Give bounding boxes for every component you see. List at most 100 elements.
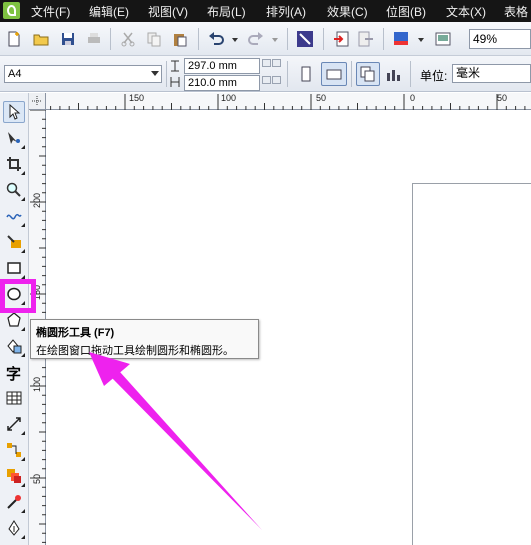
eyedropper-icon bbox=[7, 495, 21, 509]
menu-bitmaps[interactable]: 位图(B) bbox=[386, 3, 426, 20]
horizontal-ruler-ticks bbox=[31, 94, 526, 110]
menu-layout[interactable]: 布局(L) bbox=[207, 3, 246, 20]
tooltip-title: 椭圆形工具 (F7) bbox=[36, 327, 115, 339]
redo-dropdown-icon[interactable] bbox=[272, 38, 278, 42]
units-select[interactable]: 毫米 bbox=[452, 64, 531, 83]
all-pages-icon bbox=[360, 66, 375, 82]
rectangle-icon bbox=[7, 262, 21, 274]
ruler-origin-corner[interactable] bbox=[29, 93, 46, 110]
toolbox: 字 bbox=[0, 93, 29, 545]
zoom-level-combo[interactable]: 49% bbox=[469, 29, 531, 49]
property-bar: A4 297.0 mm 210.0 mm 单位: 毫米 bbox=[0, 56, 531, 92]
ruler-origin-icon bbox=[32, 96, 42, 106]
standard-toolbar: 49% bbox=[0, 22, 531, 56]
tooltip-description: 在绘图窗口拖动工具绘制圆形和椭圆形。 bbox=[36, 345, 234, 357]
cut-icon[interactable] bbox=[120, 31, 136, 47]
print-icon[interactable] bbox=[86, 31, 102, 47]
freehand-tool[interactable] bbox=[3, 205, 25, 227]
menu-file[interactable]: 文件(F) bbox=[31, 3, 70, 20]
current-page-icon[interactable] bbox=[386, 67, 402, 83]
units-label: 单位: bbox=[420, 69, 448, 83]
application-launcher-icon[interactable] bbox=[393, 31, 409, 47]
dimension-icon bbox=[7, 417, 21, 431]
pick-tool[interactable] bbox=[3, 101, 25, 123]
page-height-value: 210.0 mm bbox=[188, 77, 237, 89]
zoom-level-value: 49% bbox=[473, 32, 498, 46]
crop-tool[interactable] bbox=[3, 153, 25, 175]
text-tool-glyph: 字 bbox=[6, 365, 22, 383]
magnifier-icon bbox=[6, 182, 21, 197]
smart-fill-tool[interactable] bbox=[3, 231, 25, 253]
basic-shapes-icon bbox=[7, 339, 22, 354]
open-folder-icon[interactable] bbox=[33, 31, 49, 47]
page-height-field[interactable]: 210.0 mm bbox=[184, 75, 260, 91]
all-pages-button[interactable] bbox=[356, 62, 380, 86]
crop-icon bbox=[7, 157, 21, 171]
new-document-icon[interactable] bbox=[6, 31, 22, 47]
h-ruler-label: 150 bbox=[129, 93, 145, 103]
portrait-icon[interactable] bbox=[298, 66, 314, 82]
paste-icon[interactable] bbox=[172, 31, 188, 47]
pen-nib-icon bbox=[8, 520, 20, 536]
basic-shapes-tool[interactable] bbox=[3, 335, 25, 357]
document-page[interactable] bbox=[412, 183, 531, 545]
app-logo-icon bbox=[3, 2, 20, 19]
zoom-tool[interactable] bbox=[3, 179, 25, 201]
menu-bar: 文件(F) 编辑(E) 视图(V) 布局(L) 排列(A) 效果(C) 位图(B… bbox=[0, 0, 531, 22]
connector-tool[interactable] bbox=[3, 439, 25, 461]
page-width-icon bbox=[171, 60, 179, 72]
search-content-icon[interactable] bbox=[297, 31, 313, 47]
menu-text[interactable]: 文本(X) bbox=[446, 3, 486, 20]
h-ruler-label: 100 bbox=[221, 93, 237, 103]
blend-icon bbox=[7, 469, 21, 483]
freehand-curve-icon bbox=[6, 213, 22, 220]
outline-pen-tool[interactable] bbox=[3, 517, 25, 539]
h-ruler-label: 50 bbox=[316, 93, 327, 103]
units-value: 毫米 bbox=[456, 66, 481, 80]
copy-icon[interactable] bbox=[146, 31, 162, 47]
table-icon bbox=[6, 391, 22, 405]
rectangle-tool[interactable] bbox=[3, 257, 25, 279]
interactive-blend-tool[interactable] bbox=[3, 465, 25, 487]
chevron-down-icon bbox=[151, 71, 159, 76]
dimension-tool[interactable] bbox=[3, 413, 25, 435]
undo-dropdown-icon[interactable] bbox=[232, 38, 238, 42]
paper-size-select[interactable]: A4 bbox=[4, 65, 162, 83]
page-width-field[interactable]: 297.0 mm bbox=[184, 58, 260, 74]
undo-icon[interactable] bbox=[208, 31, 224, 47]
ellipse-tool-highlight-box bbox=[0, 279, 36, 313]
menu-effects[interactable]: 效果(C) bbox=[327, 3, 368, 20]
export-icon[interactable] bbox=[358, 31, 374, 47]
v-ruler-label: 50 bbox=[32, 473, 42, 484]
launcher-dropdown-icon[interactable] bbox=[418, 38, 424, 42]
h-ruler-label: 50 bbox=[497, 93, 508, 103]
v-ruler-label: 200 bbox=[32, 192, 42, 208]
height-spin-down[interactable] bbox=[272, 76, 281, 84]
save-icon[interactable] bbox=[60, 31, 76, 47]
smart-fill-icon bbox=[7, 235, 21, 248]
horizontal-ruler[interactable]: 150 100 50 0 50 bbox=[29, 93, 531, 110]
menu-edit[interactable]: 编辑(E) bbox=[89, 3, 129, 20]
landscape-button[interactable] bbox=[321, 62, 347, 86]
polygon-icon bbox=[7, 312, 21, 327]
import-icon[interactable] bbox=[333, 31, 349, 47]
menu-view[interactable]: 视图(V) bbox=[148, 3, 188, 20]
h-ruler-label: 0 bbox=[410, 93, 416, 103]
redo-icon[interactable] bbox=[248, 31, 264, 47]
arrow-pointer-icon bbox=[9, 104, 21, 120]
page-height-icon bbox=[170, 77, 180, 87]
welcome-screen-icon[interactable] bbox=[435, 31, 451, 47]
paper-size-value: A4 bbox=[8, 68, 22, 80]
table-tool[interactable] bbox=[3, 387, 25, 409]
page-width-value: 297.0 mm bbox=[188, 60, 237, 72]
connector-icon bbox=[7, 443, 21, 457]
menu-table[interactable]: 表格 bbox=[504, 3, 528, 20]
menu-arrange[interactable]: 排列(A) bbox=[266, 3, 306, 20]
width-spin-up[interactable] bbox=[262, 59, 271, 67]
height-spin-up[interactable] bbox=[262, 76, 271, 84]
shape-tool[interactable] bbox=[3, 127, 25, 149]
text-tool[interactable]: 字 bbox=[3, 361, 25, 383]
width-spin-down[interactable] bbox=[272, 59, 281, 67]
eyedropper-tool[interactable] bbox=[3, 491, 25, 513]
v-ruler-label: 100 bbox=[32, 376, 42, 392]
